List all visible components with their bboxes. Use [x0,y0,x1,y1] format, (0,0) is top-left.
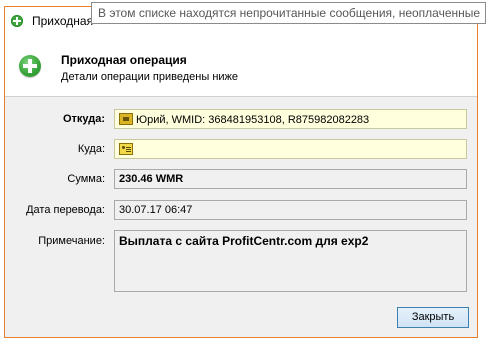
note-field[interactable]: Выплата с сайта ProfitCentr.com для exp2 [114,230,467,292]
date-value: 30.07.17 06:47 [119,204,193,216]
tooltip: В этом списке находятся непрочитанные со… [91,2,486,24]
date-label: Дата перевода: [26,204,105,216]
window-title: Приходная операция [32,14,96,28]
transaction-dialog: Приходная операция Приходная операция Де… [4,6,478,338]
details-panel: Откуда: Юрий, WMID: 368481953108, R87598… [5,97,477,337]
close-button[interactable]: Закрыть [397,307,469,328]
id-card-icon [119,143,133,155]
incoming-plus-icon [19,55,41,77]
header-subtitle: Детали операции приведены ниже [61,71,239,83]
to-label: Куда: [77,143,105,155]
amount-label: Сумма: [67,173,105,185]
from-label: Откуда: [62,113,105,125]
amount-field[interactable]: 230.46 WMR [114,169,467,189]
dialog-header: Приходная операция Детали операции приве… [5,41,477,97]
amount-value: 230.46 WMR [119,173,184,185]
note-value: Выплата с сайта ProfitCentr.com для exp2 [119,234,369,248]
from-value: Юрий, WMID: 368481953108, R875982082283 [136,114,370,126]
header-title: Приходная операция [61,53,187,67]
from-field[interactable]: Юрий, WMID: 368481953108, R875982082283 [114,109,467,129]
date-field[interactable]: 30.07.17 06:47 [114,200,467,220]
wallet-icon [119,113,133,125]
add-circle-icon [11,15,23,27]
note-label: Примечание: [38,235,105,247]
to-field[interactable] [114,139,467,159]
